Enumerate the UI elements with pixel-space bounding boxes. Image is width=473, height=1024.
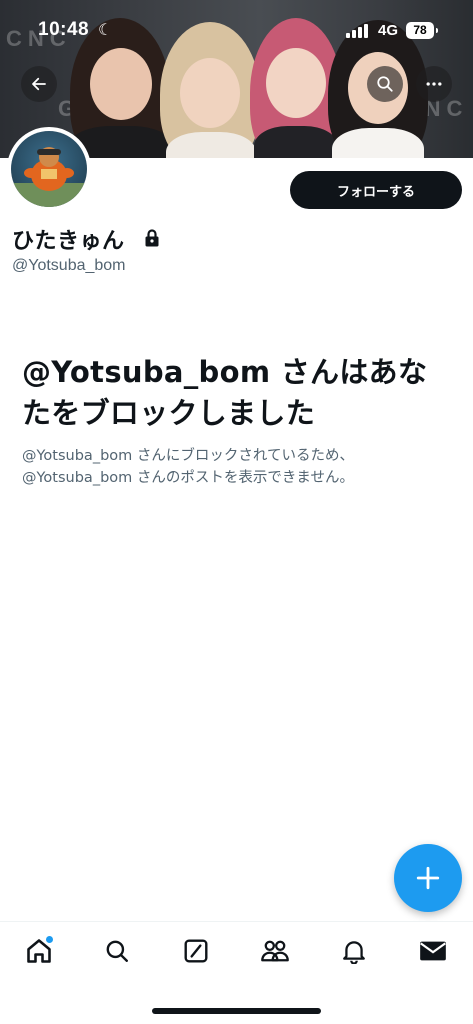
status-bar: 10:48 ☾ 4G 78: [0, 0, 473, 60]
more-horizontal-icon: [426, 82, 442, 86]
tab-grok[interactable]: [179, 934, 213, 968]
compose-button[interactable]: [394, 844, 462, 912]
grok-icon: [184, 939, 208, 963]
display-name: ひたきゅん: [12, 229, 125, 254]
blocked-description: @Yotsuba_bom さんにブロックされているため、@Yotsuba_bom…: [22, 448, 354, 486]
avatar-image: [11, 131, 87, 207]
plus-icon: [416, 866, 440, 890]
notifications-icon: [343, 941, 365, 964]
back-button[interactable]: [21, 66, 57, 102]
tab-notifications[interactable]: [337, 934, 371, 968]
profile-handle: @Yotsuba_bom: [12, 257, 126, 274]
signal-icon: [346, 24, 372, 38]
home-unread-dot: [46, 936, 53, 943]
battery-icon: 78: [406, 22, 438, 39]
tab-communities[interactable]: [258, 934, 292, 968]
blocked-title: @Yotsuba_bom さんはあなたをブロックしました: [22, 355, 428, 430]
avatar[interactable]: [7, 127, 91, 211]
tab-search[interactable]: [100, 934, 134, 968]
bottom-tab-bar: [0, 921, 473, 984]
home-indicator[interactable]: [152, 1008, 321, 1014]
communities-icon: [261, 940, 289, 962]
network-label: 4G: [378, 22, 399, 39]
lock-icon: [145, 229, 159, 247]
more-button[interactable]: [416, 66, 452, 102]
arrow-left-icon: [32, 77, 46, 91]
search-button[interactable]: [367, 66, 403, 102]
messages-icon: [420, 941, 446, 961]
follow-button[interactable]: フォローする: [290, 171, 462, 209]
search-icon: [106, 940, 128, 962]
moon-icon: ☾: [98, 20, 113, 39]
search-icon: [377, 76, 393, 92]
tab-messages[interactable]: [416, 934, 450, 968]
status-time: 10:48: [38, 19, 90, 40]
